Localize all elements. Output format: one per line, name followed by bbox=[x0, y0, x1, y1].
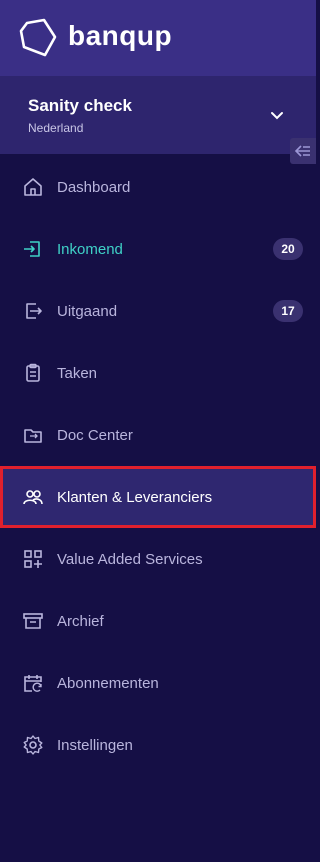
sidebar-item-abonnementen[interactable]: Abonnementen bbox=[0, 652, 316, 714]
gear-icon bbox=[22, 734, 44, 756]
sidebar-item-label: Inkomend bbox=[57, 240, 123, 258]
banqup-logo-icon bbox=[18, 17, 58, 59]
count-badge: 17 bbox=[273, 300, 303, 322]
sidebar-item-label: Value Added Services bbox=[57, 550, 203, 568]
sidebar-item-archief[interactable]: Archief bbox=[0, 590, 316, 652]
users-icon bbox=[22, 486, 44, 508]
folder-exchange-icon bbox=[22, 424, 44, 446]
organization-name: Sanity check bbox=[28, 96, 132, 115]
sidebar-item-dashboard[interactable]: Dashboard bbox=[0, 156, 316, 218]
sidebar-item-klanten-leveranciers[interactable]: Klanten & Leveranciers bbox=[0, 466, 316, 528]
sidebar-item-label: Dashboard bbox=[57, 178, 131, 196]
inbox-arrow-icon bbox=[22, 238, 44, 260]
clipboard-icon bbox=[22, 362, 44, 384]
calendar-refresh-icon bbox=[22, 672, 44, 694]
apps-add-icon bbox=[22, 548, 44, 570]
count-badge: 20 bbox=[273, 238, 303, 260]
sidebar-item-doc-center[interactable]: Doc Center bbox=[0, 404, 316, 466]
sidebar-item-label: Doc Center bbox=[57, 426, 133, 444]
brand-name: banqup bbox=[68, 20, 173, 51]
sidebar-item-value-added-services[interactable]: Value Added Services bbox=[0, 528, 316, 590]
sidebar-item-label: Abonnementen bbox=[57, 674, 159, 692]
outbox-arrow-icon bbox=[22, 300, 44, 322]
sidebar-item-label: Instellingen bbox=[57, 736, 133, 754]
organization-country: Nederland bbox=[28, 121, 84, 135]
sidebar-item-label: Archief bbox=[57, 612, 104, 630]
sidebar-item-inkomend[interactable]: Inkomend 20 bbox=[0, 218, 316, 280]
sidebar-item-label: Uitgaand bbox=[57, 302, 118, 320]
sidebar-item-instellingen[interactable]: Instellingen bbox=[0, 714, 316, 776]
app-header: banqup bbox=[0, 0, 316, 76]
chevron-down-icon bbox=[268, 106, 286, 124]
sidebar-item-taken[interactable]: Taken bbox=[0, 342, 316, 404]
archive-icon bbox=[22, 610, 44, 632]
sidebar-item-label: Klanten & Leveranciers bbox=[57, 488, 213, 506]
sidebar-item-label: Taken bbox=[57, 364, 98, 382]
organization-selector[interactable]: Sanity check Nederland bbox=[0, 76, 316, 154]
sidebar-item-uitgaand[interactable]: Uitgaand 17 bbox=[0, 280, 316, 342]
home-icon bbox=[22, 176, 44, 198]
